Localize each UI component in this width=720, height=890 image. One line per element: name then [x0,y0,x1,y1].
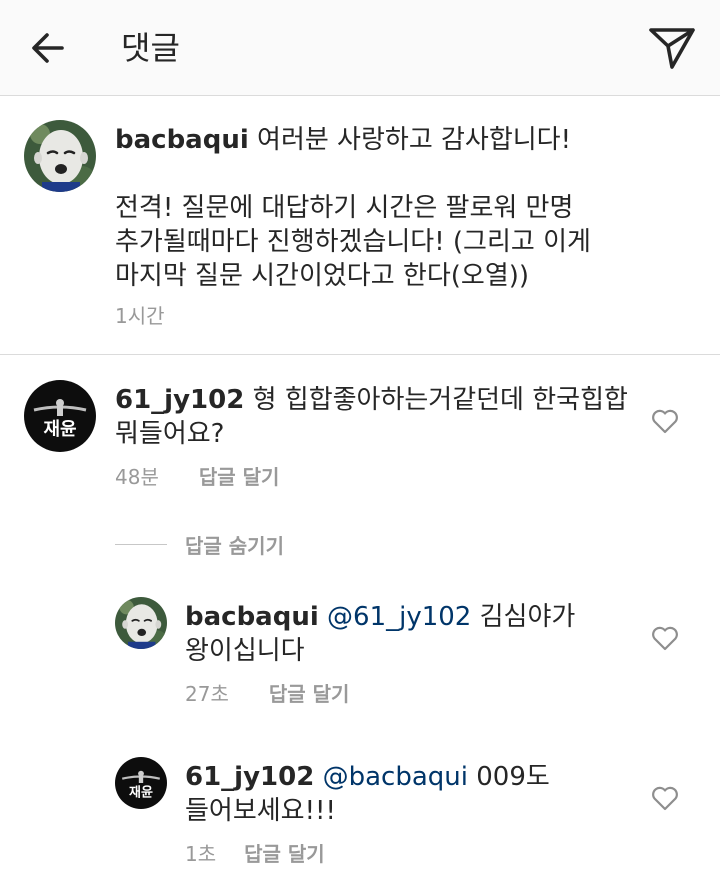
jaeyun-avatar-icon: 재윤 [24,380,96,452]
comment-text: 61_jy102 형 힙합좋아하는거같던데 한국힙합 뭐들어요? [115,383,635,451]
heart-icon[interactable] [650,783,680,813]
avatar[interactable]: 재윤 [24,380,96,452]
mascot-avatar-icon [24,120,96,192]
avatar-label: 재윤 [43,419,76,440]
reply-meta: 27초 답글 달기 [185,680,349,708]
timestamp: 1초 [185,842,217,866]
timestamp: 1시간 [115,304,165,328]
caption-meta: 1시간 [115,302,165,330]
back-button[interactable] [24,26,72,70]
comment-username[interactable]: 61_jy102 [115,385,244,415]
page-title: 댓글 [121,29,180,67]
reply-button[interactable]: 답글 달기 [199,463,280,491]
paper-plane-icon [649,28,695,69]
avatar[interactable] [24,120,96,192]
comment-meta: 48분 답글 달기 [115,463,279,491]
jaeyun-avatar-icon: 재윤 [115,757,167,809]
reply-meta: 1초 답글 달기 [185,840,325,868]
reply-username[interactable]: bacbaqui [185,602,319,632]
divider [115,544,167,545]
divider [0,354,720,355]
caption-username[interactable]: bacbaqui [115,125,249,155]
timestamp: 48분 [115,465,159,489]
avatar[interactable] [115,597,167,649]
reply-text: 61_jy102 @bacbaqui 009도 들어보세요!!! [185,760,625,828]
share-button[interactable] [644,22,700,74]
reply-text: bacbaqui @61_jy102 김심야가 왕이십니다 [185,600,625,668]
reply-username[interactable]: 61_jy102 [185,762,314,792]
mention-link[interactable]: @61_jy102 [327,602,471,632]
mascot-avatar-icon [115,597,167,649]
reply-button[interactable]: 답글 달기 [269,680,350,708]
heart-icon[interactable] [650,623,680,653]
avatar-label: 재윤 [129,786,153,801]
top-bar: 댓글 [0,0,720,96]
timestamp: 27초 [185,682,229,706]
mention-link[interactable]: @bacbaqui [323,762,468,792]
hide-replies-toggle[interactable]: 답글 숨기기 [115,530,284,559]
heart-icon[interactable] [650,406,680,436]
arrow-left-icon [32,33,64,63]
caption-text: bacbaqui 여러분 사랑하고 감사합니다! 전격! 질문에 대답하기 시간… [115,123,695,293]
reply-button[interactable]: 답글 달기 [244,840,325,868]
avatar[interactable]: 재윤 [115,757,167,809]
hide-replies-label: 답글 숨기기 [185,534,284,558]
